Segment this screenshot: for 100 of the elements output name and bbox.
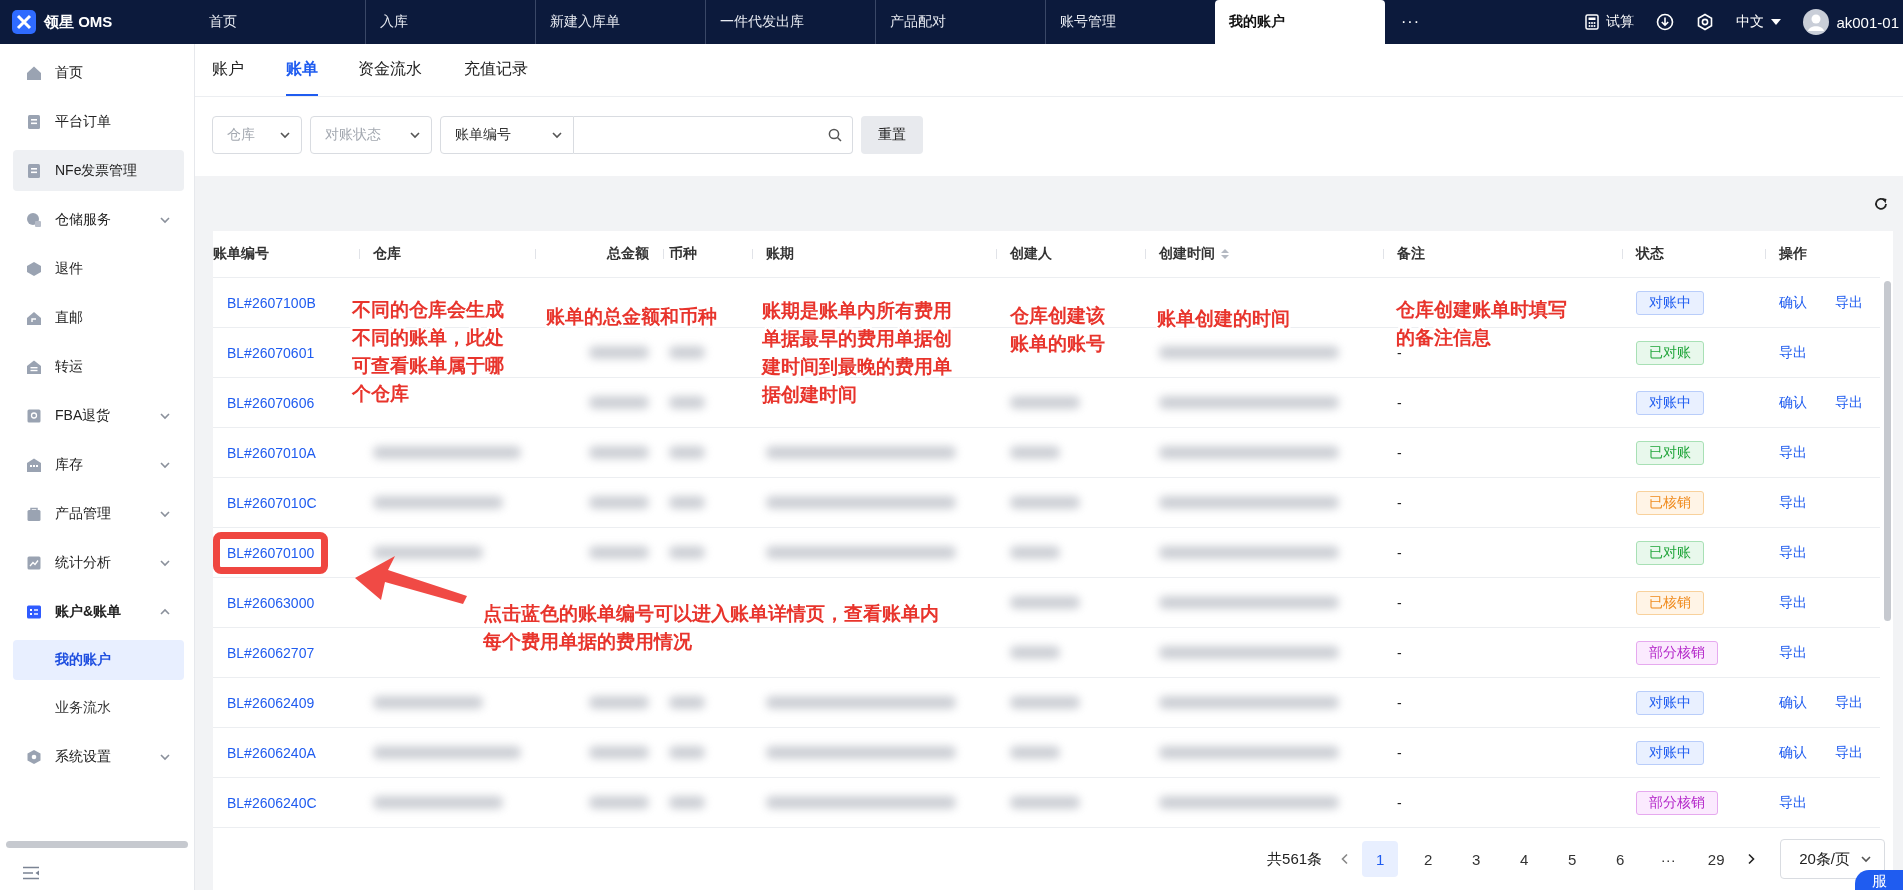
status-tag: 已核销 bbox=[1636, 490, 1704, 515]
tab[interactable]: 充值记录 bbox=[464, 44, 548, 96]
status-tag: 部分核销 bbox=[1636, 640, 1718, 665]
column-header[interactable]: 状态 bbox=[1636, 245, 1664, 263]
nav-tab[interactable]: 我的账户 bbox=[1215, 0, 1385, 44]
page-button[interactable]: 1 bbox=[1362, 841, 1399, 877]
remark-text: - bbox=[1397, 444, 1402, 461]
language-select[interactable]: 中文 bbox=[1736, 13, 1782, 31]
sidebar-item[interactable]: 统计分析 bbox=[13, 542, 184, 583]
blurred-text bbox=[1010, 496, 1080, 509]
bill-number-link[interactable]: BL#2606240A bbox=[227, 744, 316, 761]
sidebar-item[interactable]: 平台订单 bbox=[13, 101, 184, 142]
blurred-text bbox=[669, 396, 705, 409]
tab[interactable]: 账单 bbox=[286, 44, 318, 96]
action-link[interactable]: 导出 bbox=[1779, 793, 1807, 812]
blurred-text bbox=[589, 446, 649, 459]
settings-icon[interactable] bbox=[1696, 13, 1715, 31]
action-link[interactable]: 导出 bbox=[1835, 393, 1863, 412]
column-header[interactable]: 操作 bbox=[1779, 245, 1807, 263]
trial-button[interactable]: 试算 bbox=[1585, 13, 1635, 31]
action-link[interactable]: 导出 bbox=[1835, 743, 1863, 762]
page-button[interactable]: 2 bbox=[1410, 841, 1447, 877]
column-header[interactable]: 账单编号 bbox=[213, 245, 269, 263]
app-logo-text: 领星 OMS bbox=[44, 12, 113, 32]
page-button[interactable]: 3 bbox=[1458, 841, 1495, 877]
sidebar-item[interactable]: NFe发票管理 bbox=[13, 150, 184, 191]
status-tag: 已对账 bbox=[1636, 440, 1704, 465]
page-button[interactable]: 5 bbox=[1554, 841, 1591, 877]
column-header[interactable]: 账期 bbox=[766, 245, 794, 263]
sidebar-item[interactable]: 库存 bbox=[13, 444, 184, 485]
column-header[interactable]: 创建时间 bbox=[1159, 245, 1229, 263]
status-tag: 对账中 bbox=[1636, 390, 1704, 415]
annotation-text: 不同的仓库会生成不同的账单，此处可查看账单属于哪个仓库 bbox=[352, 298, 505, 406]
page-button[interactable]: 4 bbox=[1506, 841, 1543, 877]
annotation-text: 账单创建的时间 bbox=[1157, 307, 1291, 331]
bill-number-link[interactable]: BL#26070601 bbox=[227, 344, 315, 361]
more-tabs-button[interactable]: ··· bbox=[1385, 0, 1436, 44]
bill-number-link[interactable]: BL#26070100 bbox=[227, 544, 315, 561]
column-header[interactable]: 备注 bbox=[1397, 245, 1425, 263]
bill-number-link[interactable]: BL#2607010A bbox=[227, 444, 316, 461]
sidebar-item[interactable]: 首页 bbox=[13, 52, 184, 93]
action-link[interactable]: 导出 bbox=[1835, 693, 1863, 712]
search-field[interactable] bbox=[574, 116, 853, 154]
sidebar-item[interactable]: 转运 bbox=[13, 346, 184, 387]
sidebar-item[interactable]: 产品管理 bbox=[13, 493, 184, 534]
action-link[interactable]: 导出 bbox=[1779, 543, 1807, 562]
column-header[interactable]: 仓库 bbox=[373, 245, 401, 263]
nav-tab[interactable]: 首页 bbox=[195, 0, 365, 44]
sidebar-item[interactable]: 直邮 bbox=[13, 297, 184, 338]
action-link[interactable]: 导出 bbox=[1779, 643, 1807, 662]
bill-number-link[interactable]: BL#26062409 bbox=[227, 694, 315, 711]
bill-number-link[interactable]: BL#26070606 bbox=[227, 394, 315, 411]
action-link[interactable]: 导出 bbox=[1779, 493, 1807, 512]
blurred-text bbox=[589, 346, 649, 359]
bill-number-link[interactable]: BL#26062707 bbox=[227, 644, 315, 661]
action-link[interactable]: 导出 bbox=[1779, 343, 1807, 362]
bill-number-link[interactable]: BL#2607010C bbox=[227, 494, 317, 511]
action-link[interactable]: 导出 bbox=[1835, 293, 1863, 312]
sidebar-item[interactable]: 仓储服务 bbox=[13, 199, 184, 240]
status-tag: 已对账 bbox=[1636, 340, 1704, 365]
column-header[interactable]: 创建人 bbox=[1010, 245, 1052, 263]
action-link[interactable]: 导出 bbox=[1779, 593, 1807, 612]
tab[interactable]: 账户 bbox=[212, 44, 264, 96]
avatar-icon[interactable] bbox=[1803, 9, 1830, 35]
chat-button[interactable]: 服 bbox=[1855, 870, 1903, 890]
page-button[interactable]: ··· bbox=[1650, 841, 1687, 877]
sidebar-item[interactable]: 账户&账单 bbox=[13, 591, 184, 632]
column-header[interactable]: 币种 bbox=[669, 245, 697, 263]
bill-number-link[interactable]: BL#2607100B bbox=[227, 294, 316, 311]
tab[interactable]: 资金流水 bbox=[358, 44, 442, 96]
action-link[interactable]: 导出 bbox=[1779, 443, 1807, 462]
chevron-right-icon[interactable] bbox=[1746, 853, 1757, 865]
blurred-text bbox=[1010, 746, 1060, 759]
bill-number-link[interactable]: BL#26063000 bbox=[227, 594, 315, 611]
bill-number-link[interactable]: BL#2606240C bbox=[227, 794, 317, 811]
sidebar-item[interactable]: 系统设置 bbox=[13, 736, 184, 777]
menu-item-icon bbox=[26, 309, 42, 326]
refresh-icon[interactable] bbox=[1873, 195, 1889, 212]
reset-button[interactable]: 重置 bbox=[861, 116, 923, 154]
chevron-icon bbox=[1860, 853, 1872, 865]
sidebar-item[interactable]: 退件 bbox=[13, 248, 184, 289]
user-name[interactable]: ak001-01 bbox=[1836, 13, 1899, 31]
action-link[interactable]: 确认 bbox=[1779, 393, 1807, 412]
action-link[interactable]: 确认 bbox=[1779, 293, 1807, 312]
annotation-text: 账单的总金额和币种 bbox=[546, 305, 718, 329]
calculator-icon bbox=[1585, 14, 1600, 30]
page-button[interactable]: 29 bbox=[1698, 841, 1735, 877]
sidebar-subitem[interactable]: 我的账户 bbox=[13, 640, 184, 680]
caret-icon bbox=[1771, 18, 1782, 26]
column-header[interactable]: 总金额 bbox=[607, 245, 649, 263]
sidebar-item[interactable]: FBA退货 bbox=[13, 395, 184, 436]
action-link[interactable]: 确认 bbox=[1779, 693, 1807, 712]
download-icon[interactable] bbox=[1656, 13, 1675, 31]
search-type-select[interactable]: 账单编号 bbox=[440, 116, 574, 154]
menu-item-icon bbox=[26, 162, 42, 179]
page-button[interactable]: 6 bbox=[1602, 841, 1639, 877]
action-link[interactable]: 确认 bbox=[1779, 743, 1807, 762]
annotation-text: 点击蓝色的账单编号可以进入账单详情页，查看账单内每个费用单据的费用情况 bbox=[483, 602, 940, 654]
sidebar-subitem[interactable]: 业务流水 bbox=[13, 688, 184, 728]
collapse-menu-icon[interactable] bbox=[22, 866, 40, 880]
